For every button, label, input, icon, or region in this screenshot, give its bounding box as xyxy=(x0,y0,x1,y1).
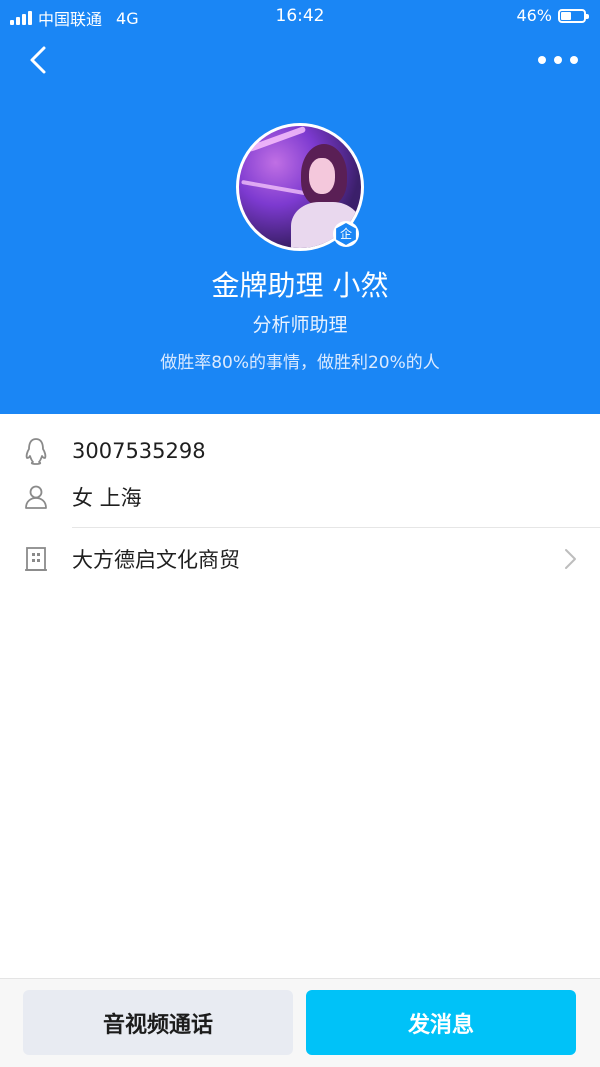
enterprise-badge: 企 xyxy=(333,221,359,247)
qq-number-row[interactable]: 3007535298 xyxy=(0,428,600,474)
status-bar: 中国联通 4G 16:42 46% xyxy=(0,0,600,32)
company-row[interactable]: 大方德启文化商贸 xyxy=(0,536,600,582)
profile-title: 分析师助理 xyxy=(252,314,348,336)
battery-icon xyxy=(558,8,589,23)
battery-percent: 46% xyxy=(516,6,552,25)
chevron-left-icon xyxy=(30,46,46,74)
building-icon xyxy=(22,545,50,573)
gender-location: 女 上海 xyxy=(72,486,142,510)
status-time: 16:42 xyxy=(275,6,325,26)
chevron-right-icon xyxy=(565,549,576,569)
divider xyxy=(72,527,600,528)
gender-location-row: 女 上海 xyxy=(0,474,600,520)
more-dots-icon xyxy=(538,56,546,64)
send-message-button[interactable]: 发消息 xyxy=(306,990,576,1055)
video-call-button[interactable]: 音视频通话 xyxy=(23,990,293,1055)
person-icon xyxy=(22,483,50,511)
company-name: 大方德启文化商贸 xyxy=(72,548,240,572)
profile-motto: 做胜率80%的事情，做胜利20%的人 xyxy=(160,353,440,373)
profile-header: 中国联通 4G 16:42 46% 企 金牌助理 小然 分析师助理 做胜率80%… xyxy=(0,0,600,414)
profile-name: 金牌助理 小然 xyxy=(211,269,389,302)
qq-number: 3007535298 xyxy=(72,439,206,463)
penguin-icon xyxy=(22,437,50,465)
more-button[interactable] xyxy=(538,50,578,70)
back-button[interactable] xyxy=(22,42,58,78)
bottom-action-bar: 音视频通话 发消息 xyxy=(0,978,600,1067)
enterprise-badge-label: 企 xyxy=(336,223,356,245)
